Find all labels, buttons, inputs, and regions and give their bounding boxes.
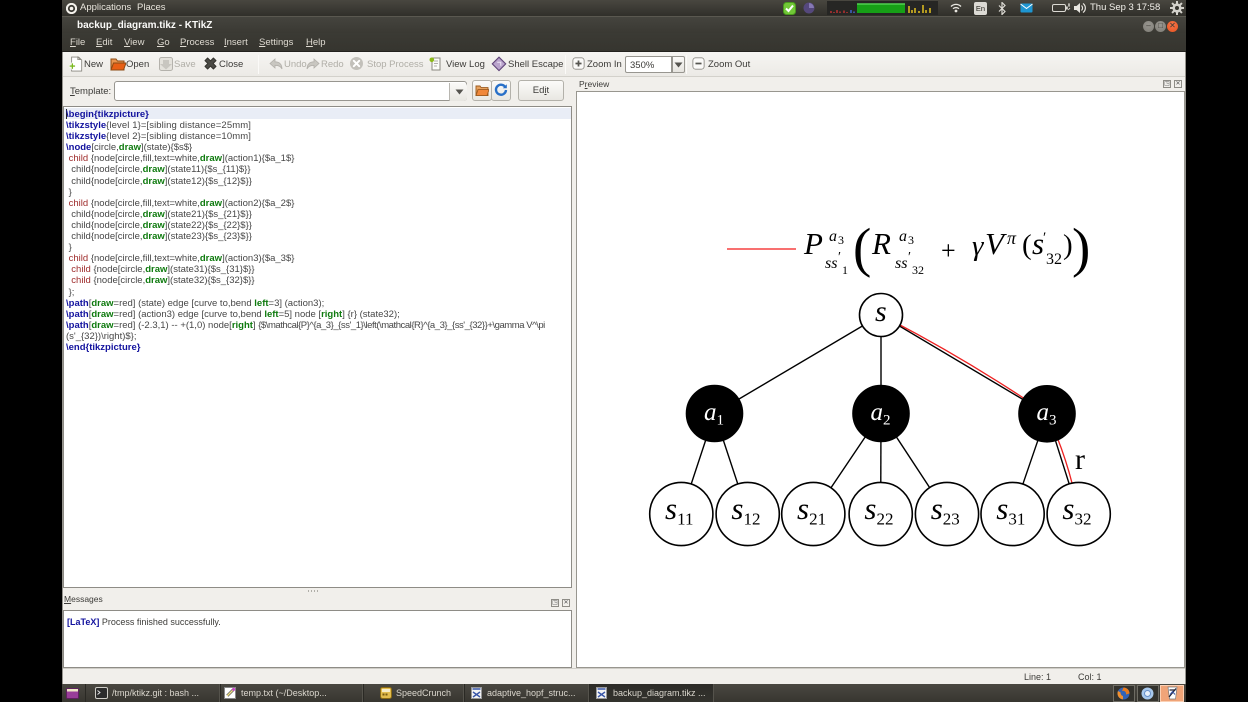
svg-text:a: a [829, 228, 837, 245]
svg-text:3: 3 [838, 233, 844, 247]
svg-text:r: r [1075, 443, 1085, 476]
svg-text:1: 1 [842, 263, 848, 277]
svg-text:a: a [899, 228, 907, 245]
svg-text:π: π [1007, 228, 1017, 248]
svg-text:R: R [871, 226, 891, 261]
svg-text:V: V [985, 226, 1007, 261]
svg-text:′: ′ [1043, 230, 1046, 246]
svg-text:′: ′ [838, 250, 841, 265]
svg-text:(: ( [1022, 229, 1032, 261]
svg-text:P: P [803, 226, 823, 261]
svg-text:32: 32 [1046, 251, 1062, 268]
svg-text:s: s [875, 295, 887, 328]
svg-text:): ) [1072, 217, 1090, 278]
svg-text:γ: γ [972, 230, 985, 262]
svg-text:3: 3 [908, 233, 914, 247]
svg-text:+: + [941, 236, 956, 265]
svg-text:ss: ss [895, 255, 907, 272]
svg-text:32: 32 [912, 263, 924, 277]
svg-text:(: ( [853, 217, 871, 278]
svg-text:′: ′ [908, 250, 911, 265]
svg-text:ss: ss [825, 255, 837, 272]
